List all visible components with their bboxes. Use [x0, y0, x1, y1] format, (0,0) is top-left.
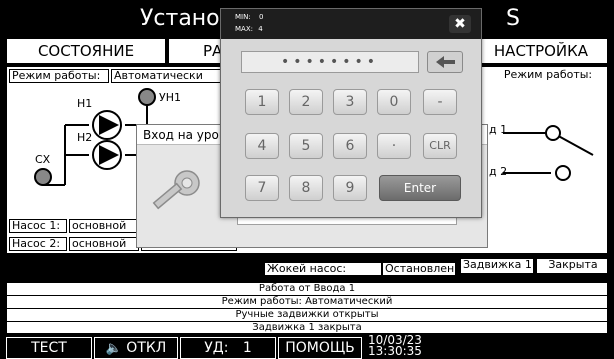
- keypad-max-value: 4: [258, 25, 263, 33]
- pump-h1-label: Н1: [77, 97, 93, 110]
- status-line: Работа от Ввода 1: [7, 283, 607, 296]
- pump1-label: Насос 1:: [9, 219, 67, 233]
- test-button[interactable]: ТЕСТ: [6, 337, 92, 359]
- key-4[interactable]: 4: [245, 133, 279, 159]
- backspace-arrow-icon: [436, 56, 455, 68]
- sound-button[interactable]: 🔈 ОТКЛ: [94, 337, 178, 359]
- keypad-min: MIN: 0: [235, 13, 263, 21]
- keypad-header: MIN: 0 MAX: 4 ✖: [221, 9, 481, 39]
- jockey-value: Остановлен: [382, 262, 456, 276]
- key-0[interactable]: 0: [377, 89, 411, 115]
- level-uh1-icon: [138, 88, 156, 106]
- keypad-display[interactable]: ••••••••: [241, 51, 419, 73]
- mode-value: Автоматически: [111, 69, 221, 83]
- status-line: Режим работы: Автоматический: [7, 296, 607, 309]
- key-9[interactable]: 9: [333, 175, 367, 201]
- input2-label: д 2: [489, 165, 508, 178]
- pump-h2-icon: [92, 140, 122, 170]
- sensor-cx-icon: [34, 168, 52, 186]
- input1-switch-icon: [545, 125, 561, 141]
- key-5[interactable]: 5: [289, 133, 323, 159]
- mode-label: Режим работы:: [9, 69, 109, 83]
- key-minus[interactable]: -: [423, 89, 457, 115]
- status-line: Ручные задвижки открыты: [7, 309, 607, 322]
- ud-label: УД:: [204, 340, 229, 356]
- keypad-max-label: MAX:: [235, 25, 253, 33]
- keypad-min-value: 0: [258, 13, 264, 21]
- datetime: 10/03/23 13:30:35: [368, 334, 454, 359]
- key-3[interactable]: 3: [333, 89, 367, 115]
- keypad-max: MAX: 4: [235, 25, 263, 33]
- ud-button[interactable]: УД: 1: [180, 337, 276, 359]
- numeric-keypad: MIN: 0 MAX: 4 ✖ •••••••• 1 2 3 0 - 4 5 6…: [220, 8, 482, 218]
- input-scheme: [503, 125, 594, 181]
- valve1-label: Задвижка 1:: [460, 258, 534, 274]
- help-button[interactable]: ПОМОЩЬ: [278, 337, 362, 359]
- backspace-button[interactable]: [427, 51, 463, 73]
- tab-settings[interactable]: НАСТРОЙКА: [474, 38, 608, 64]
- sensor-cx-label: СХ: [35, 153, 51, 166]
- jockey-label: Жокей насос:: [264, 262, 382, 276]
- pump-h1-icon: [92, 110, 122, 140]
- ud-value: 1: [242, 340, 252, 356]
- window-title-suffix: S: [506, 6, 520, 31]
- tab-state[interactable]: СОСТОЯНИЕ: [6, 38, 166, 64]
- time: 13:30:35: [368, 344, 422, 358]
- keypad-min-label: MIN:: [235, 13, 251, 21]
- mode-label-right: Режим работы:: [489, 69, 605, 83]
- key-icon: [152, 170, 200, 210]
- key-clear[interactable]: CLR: [423, 133, 457, 159]
- pump1-value: основной: [69, 219, 139, 233]
- sound-button-label: ОТКЛ: [126, 340, 167, 356]
- enter-button[interactable]: Enter: [379, 175, 461, 201]
- key-6[interactable]: 6: [333, 133, 367, 159]
- key-dot[interactable]: ·: [377, 133, 411, 159]
- key-2[interactable]: 2: [289, 89, 323, 115]
- pump2-label: Насос 2:: [9, 237, 67, 251]
- valve1-value: Закрыта: [536, 258, 608, 274]
- level-uh1-label: УН1: [159, 91, 181, 104]
- tab-work[interactable]: РА: [168, 38, 228, 64]
- input2-switch-icon: [555, 165, 571, 181]
- key-7[interactable]: 7: [245, 175, 279, 201]
- key-1[interactable]: 1: [245, 89, 279, 115]
- status-log: Работа от Ввода 1 Режим работы: Автомати…: [6, 282, 608, 334]
- pump2-value: основной: [69, 237, 139, 251]
- key-8[interactable]: 8: [289, 175, 323, 201]
- close-icon[interactable]: ✖: [449, 15, 471, 33]
- input1-label: д 1: [489, 123, 508, 136]
- speaker-icon: 🔈: [105, 341, 122, 356]
- pump-h2-label: Н2: [77, 131, 93, 144]
- status-line: Задвижка 1 закрыта: [252, 322, 362, 333]
